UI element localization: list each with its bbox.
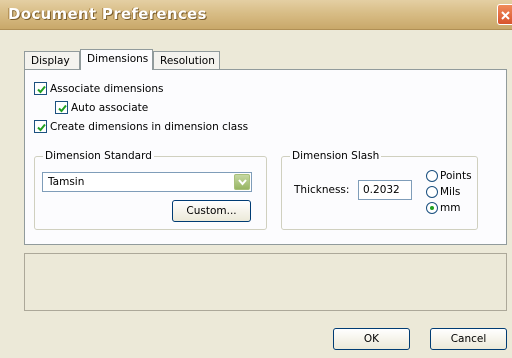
dimension-slash-label: Dimension Slash (290, 150, 382, 162)
thickness-label: Thickness: (294, 184, 350, 196)
title-bar[interactable]: Document Preferences (0, 0, 512, 30)
close-button[interactable] (497, 4, 512, 25)
checkmark-icon (58, 104, 67, 113)
dimension-standard-label: Dimension Standard (43, 150, 154, 162)
unit-mils-option[interactable]: Mils (426, 186, 460, 198)
dimension-standard-select[interactable]: Tamsin (42, 172, 252, 192)
auto-associate-checkbox[interactable] (55, 101, 68, 114)
associate-dimensions-option[interactable]: Associate dimensions (34, 82, 163, 95)
unit-mm-label: mm (440, 202, 461, 214)
custom-button[interactable]: Custom... (172, 200, 251, 222)
close-icon (501, 11, 510, 20)
dimension-standard-value: Tamsin (48, 176, 85, 188)
description-box (24, 253, 507, 311)
auto-associate-label: Auto associate (71, 101, 149, 114)
window-title: Document Preferences (8, 5, 207, 23)
cancel-button[interactable]: Cancel (430, 328, 507, 350)
unit-mm-radio[interactable] (426, 202, 438, 214)
unit-points-label: Points (440, 170, 472, 182)
auto-associate-option[interactable]: Auto associate (55, 101, 148, 114)
unit-mils-label: Mils (440, 186, 461, 198)
ok-button[interactable]: OK (333, 328, 410, 350)
thickness-input[interactable]: 0.2032 (358, 180, 412, 200)
tab-dimensions[interactable]: Dimensions (80, 49, 153, 70)
document-preferences-dialog: Document Preferences Display Dimensions … (0, 0, 512, 358)
create-in-class-option[interactable]: Create dimensions in dimension class (34, 120, 248, 133)
create-in-class-checkbox[interactable] (34, 120, 47, 133)
dropdown-button[interactable] (234, 174, 250, 190)
associate-dimensions-label: Associate dimensions (50, 82, 164, 95)
associate-dimensions-checkbox[interactable] (34, 82, 47, 95)
unit-mils-radio[interactable] (426, 186, 438, 198)
checkmark-icon (37, 123, 46, 132)
unit-mm-option[interactable]: mm (426, 202, 460, 214)
checkmark-icon (37, 85, 46, 94)
tab-display[interactable]: Display (24, 51, 80, 69)
unit-points-option[interactable]: Points (426, 170, 472, 182)
create-in-class-label: Create dimensions in dimension class (50, 120, 249, 133)
tab-resolution[interactable]: Resolution (153, 51, 220, 69)
unit-points-radio[interactable] (426, 170, 438, 182)
chevron-down-icon (238, 179, 247, 186)
